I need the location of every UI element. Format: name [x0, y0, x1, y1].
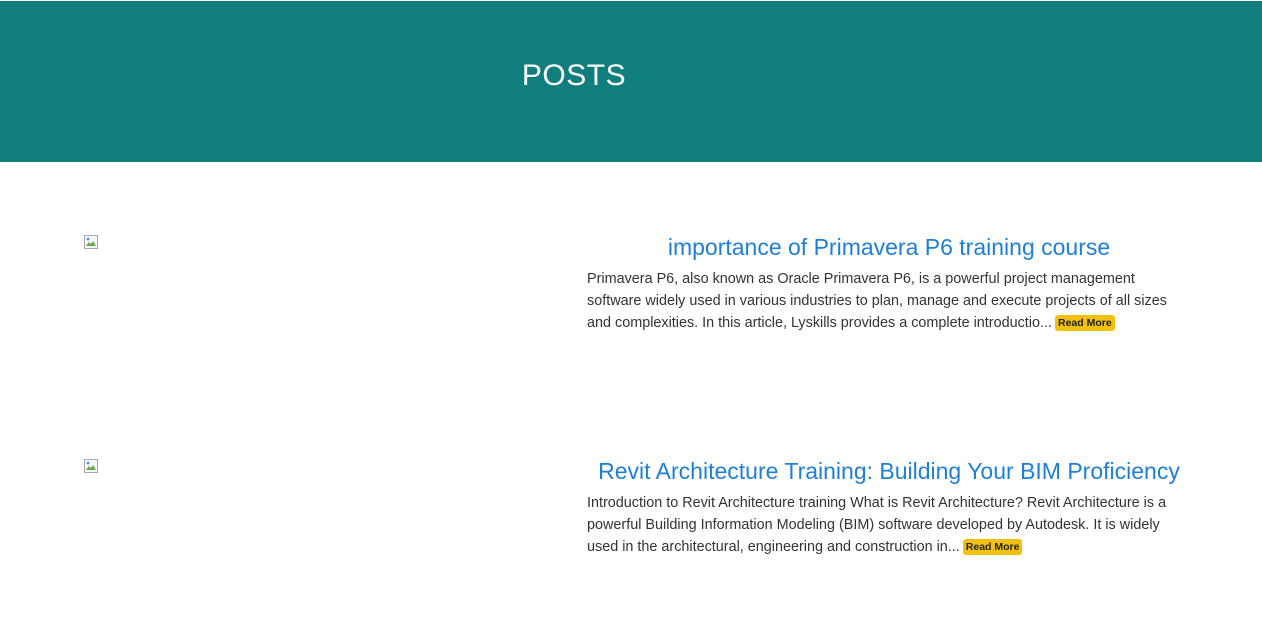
- post-excerpt-text: Introduction to Revit Architecture train…: [587, 495, 1167, 555]
- post-content: importance of Primavera P6 training cour…: [587, 226, 1191, 334]
- broken-image-icon[interactable]: [84, 235, 98, 249]
- page-header: POSTS: [0, 1, 1262, 162]
- post-excerpt: Primavera P6, also known as Oracle Prima…: [587, 268, 1191, 334]
- post-excerpt: Introduction to Revit Architecture train…: [587, 492, 1191, 558]
- page-title: POSTS: [521, 59, 627, 92]
- post-content: Revit Architecture Training: Building Yo…: [587, 450, 1191, 558]
- read-more-button[interactable]: Read More: [962, 539, 1023, 555]
- broken-image-icon[interactable]: [84, 459, 98, 473]
- post-title-link[interactable]: importance of Primavera P6 training cour…: [587, 226, 1191, 268]
- read-more-button[interactable]: Read More: [1054, 315, 1115, 331]
- post-title-link[interactable]: Revit Architecture Training: Building Yo…: [587, 450, 1191, 492]
